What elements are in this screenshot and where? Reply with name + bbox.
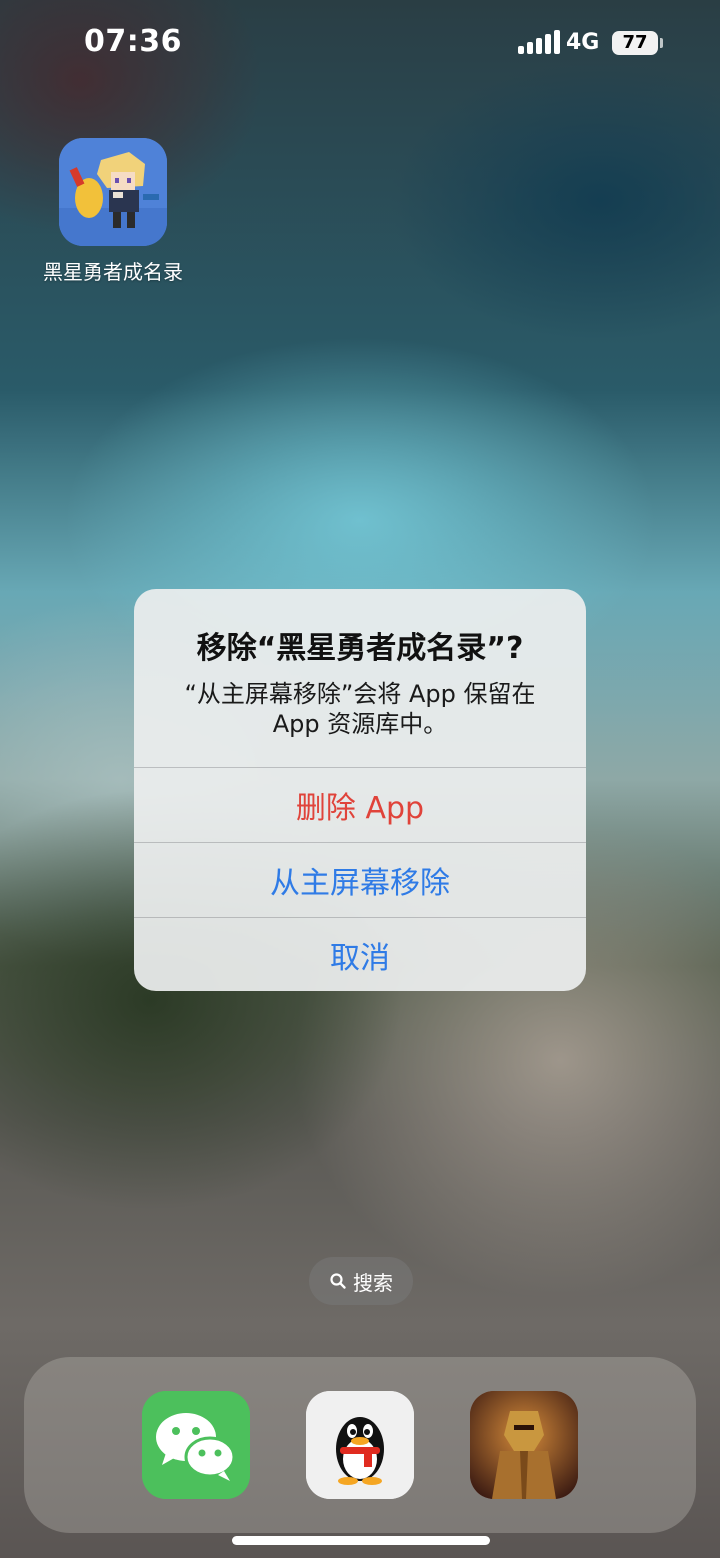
search-label: 搜索	[353, 1270, 393, 1295]
dock-app-game[interactable]	[470, 1391, 578, 1499]
qq-penguin-icon	[306, 1391, 414, 1499]
home-app-black-star-hero[interactable]: 黑星勇者成名录	[38, 138, 188, 285]
remove-from-home-screen-button[interactable]: 从主屏幕移除	[134, 843, 586, 918]
status-time: 07:36	[84, 24, 182, 59]
delete-app-button[interactable]: 删除 App	[134, 768, 586, 843]
home-indicator[interactable]	[232, 1536, 490, 1545]
network-type: 4G	[566, 30, 600, 55]
cancel-button[interactable]: 取消	[134, 918, 586, 991]
cellular-signal-icon	[518, 30, 560, 54]
alert-header: 移除“黑星勇者成名录”? “从主屏幕移除”会将 App 保留在 App 资源库中…	[134, 589, 586, 768]
wechat-icon	[142, 1391, 250, 1499]
app-label: 黑星勇者成名录	[43, 260, 183, 284]
alert-message: “从主屏幕移除”会将 App 保留在 App 资源库中。	[164, 679, 556, 739]
armored-knight-game-icon	[470, 1391, 578, 1499]
dock-app-wechat[interactable]	[142, 1391, 250, 1499]
battery-tip	[660, 38, 663, 48]
alert-title: 移除“黑星勇者成名录”?	[196, 631, 524, 666]
battery-icon: 77	[612, 31, 658, 55]
status-bar: 07:36 4G 77	[0, 0, 720, 88]
pixel-hero-game-icon	[59, 138, 167, 246]
spotlight-search-button[interactable]: 搜索	[309, 1257, 413, 1305]
alert-message-line-1: “从主屏幕移除”会将 App 保留在	[184, 680, 536, 708]
search-icon	[330, 1273, 346, 1289]
dock-app-qq[interactable]	[306, 1391, 414, 1499]
dock	[24, 1357, 696, 1533]
battery-level: 77	[622, 32, 648, 53]
remove-app-alert: 移除“黑星勇者成名录”? “从主屏幕移除”会将 App 保留在 App 资源库中…	[134, 589, 586, 991]
alert-message-line-2: App 资源库中。	[272, 710, 448, 738]
